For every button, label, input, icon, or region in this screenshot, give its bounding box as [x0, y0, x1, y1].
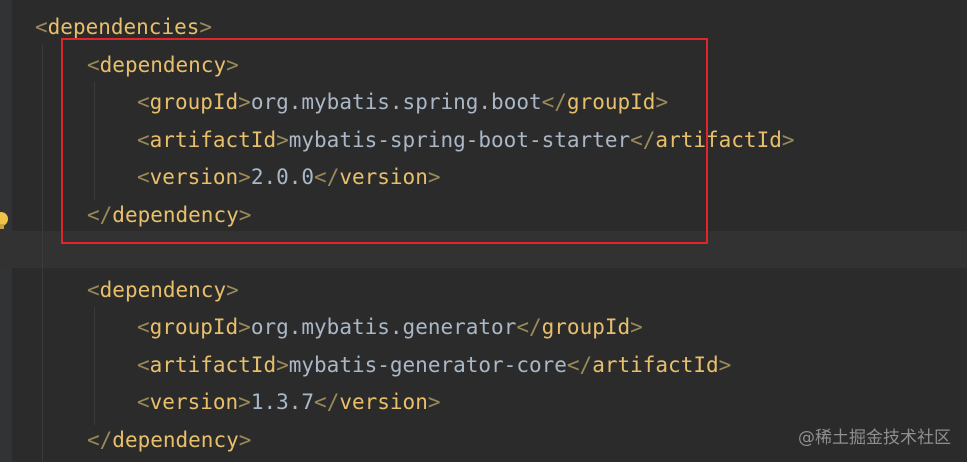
- close-bracket: >: [718, 352, 732, 377]
- code-line[interactable]: <groupId>org.mybatis.generator</groupId>: [137, 309, 643, 346]
- close-bracket: >: [781, 127, 795, 152]
- code-line[interactable]: <version>1.3.7</version>: [137, 384, 441, 421]
- xml-value: mybatis-generator-core: [288, 352, 567, 377]
- open-bracket: <: [137, 352, 150, 377]
- close-bracket: >: [238, 427, 252, 452]
- end-bracket: </: [314, 390, 340, 414]
- xml-tag-name: version: [339, 390, 428, 414]
- close-bracket: >: [276, 352, 289, 377]
- indent-guide: [42, 45, 43, 462]
- xml-value: 1.3.7: [250, 390, 315, 414]
- end-bracket: </: [566, 352, 593, 377]
- open-bracket: <: [137, 390, 150, 414]
- code-line[interactable]: <artifactId>mybatis-generator-core</arti…: [137, 347, 731, 384]
- close-bracket: >: [630, 315, 643, 339]
- indent-guide: [94, 307, 95, 425]
- close-bracket: >: [238, 315, 251, 339]
- close-bracket: >: [199, 15, 213, 39]
- code-line[interactable]: <dependency>: [87, 272, 239, 309]
- annotation-highlight-box: [61, 38, 708, 244]
- xml-tag-name: dependency: [112, 427, 239, 452]
- close-bracket: >: [238, 390, 251, 414]
- close-bracket: >: [226, 277, 239, 302]
- xml-tag-name: artifactId: [149, 352, 277, 377]
- close-bracket: >: [427, 390, 441, 414]
- watermark-text: @稀土掘金技术社区: [798, 428, 951, 448]
- open-bracket: <: [35, 15, 48, 39]
- code-line[interactable]: </dependency>: [87, 422, 251, 459]
- xml-value: org.mybatis.generator: [250, 315, 517, 339]
- xml-tag-name: dependency: [99, 277, 227, 302]
- end-bracket: </: [516, 315, 542, 339]
- open-bracket: <: [137, 315, 150, 339]
- end-bracket: </: [87, 427, 113, 452]
- xml-tag-name: dependencies: [47, 15, 200, 39]
- xml-tag-name: artifactId: [592, 352, 719, 377]
- xml-tag-name: version: [149, 390, 239, 414]
- xml-tag-name: groupId: [541, 315, 631, 339]
- xml-tag-name: groupId: [149, 315, 239, 339]
- open-bracket: <: [87, 277, 100, 302]
